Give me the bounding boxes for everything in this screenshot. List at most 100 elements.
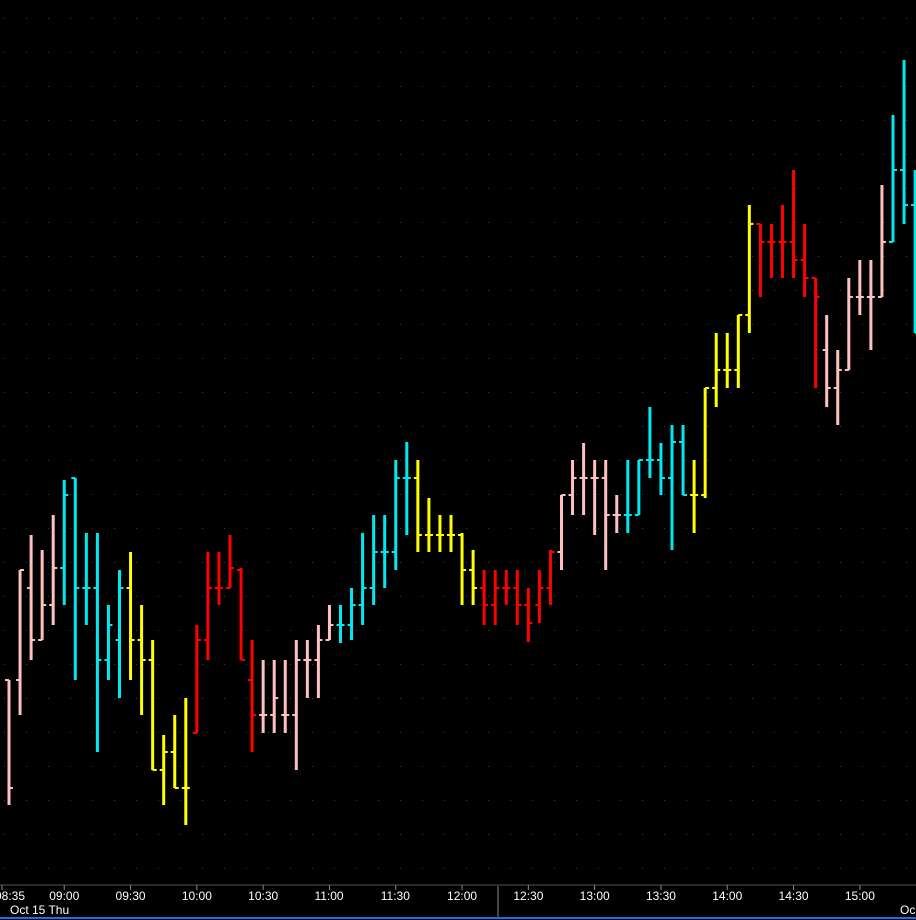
grid-dot [510,324,511,325]
grid-dot [730,732,731,733]
grid-dot [686,426,687,427]
grid-dot [312,868,313,869]
ohlc-bar [424,498,433,552]
grid-dot [246,664,247,665]
grid-dot [136,562,137,563]
grid-dot [268,392,269,393]
grid-dot [422,18,423,19]
grid-dot [312,528,313,529]
grid-dot [664,800,665,801]
grid-dot [466,766,467,767]
grid-dot [180,120,181,121]
grid-dot [378,324,379,325]
grid-dot [840,426,841,427]
grid-dot [246,800,247,801]
grid-dot [290,800,291,801]
grid-dot [752,18,753,19]
grid-dot [378,426,379,427]
grid-dot [862,562,863,563]
grid-dot [686,324,687,325]
grid-dot [554,494,555,495]
ohlc-bar [49,515,58,625]
grid-dot [422,562,423,563]
ohlc-bar [877,185,886,298]
grid-dot [554,596,555,597]
grid-dot [224,324,225,325]
ohlc-bars [5,60,916,825]
grid-dot [818,426,819,427]
grid-dot [642,358,643,359]
grid-dot [708,868,709,869]
grid-dot [444,698,445,699]
grid-dot [708,426,709,427]
grid-dot [818,630,819,631]
grid-dot [906,86,907,87]
grid-dot [642,426,643,427]
grid-dot [884,120,885,121]
grid-dot [576,562,577,563]
grid-dot [466,86,467,87]
grid-dot [906,732,907,733]
grid-dot [334,52,335,53]
grid-dot [48,358,49,359]
grid-dot [422,120,423,121]
grid-dot [202,698,203,699]
grid-dot [884,460,885,461]
grid-dot [224,290,225,291]
grid-dot [840,290,841,291]
grid-dot [686,154,687,155]
grid-dot [180,562,181,563]
grid-dot [114,120,115,121]
grid-dot [532,154,533,155]
grid-dot [400,460,401,461]
grid-dot [444,392,445,393]
grid-dot [554,256,555,257]
ohlc-bar [656,443,665,495]
grid-dot [48,698,49,699]
grid-dot [510,562,511,563]
grid-dot [906,630,907,631]
grid-dot [598,52,599,53]
grid-dot [796,528,797,529]
grid-dot [378,86,379,87]
grid-dot [664,154,665,155]
grid-dot [180,188,181,189]
grid-dot [730,800,731,801]
grid-dot [334,664,335,665]
grid-dot [114,188,115,189]
grid-dot [356,868,357,869]
grid-dot [664,358,665,359]
grid-dot [268,120,269,121]
grid-dot [664,188,665,189]
grid-dot [774,426,775,427]
grid-dot [400,120,401,121]
grid-dot [136,290,137,291]
grid-dot [488,630,489,631]
grid-dot [356,358,357,359]
grid-dot [752,426,753,427]
grid-dot [752,800,753,801]
grid-dot [708,800,709,801]
grid-dot [840,562,841,563]
grid-dot [92,256,93,257]
price-chart[interactable]: 08:35 09:00 09:30 10:00 10:30 11:00 11:30 12:00… [0,0,916,919]
grid-dot [466,154,467,155]
grid-dot [818,120,819,121]
grid-dot [4,528,5,529]
grid-dot [510,426,511,427]
grid-dot [774,834,775,835]
grid-dot [752,766,753,767]
grid-dot [774,52,775,53]
ohlc-bar [115,570,124,698]
grid-dot [158,596,159,597]
grid-dot [532,528,533,529]
grid-dot [202,256,203,257]
grid-dot [466,324,467,325]
grid-dot [246,52,247,53]
grid-dot [136,52,137,53]
grid-dot [884,290,885,291]
grid-dot [48,664,49,665]
grid-dot [774,256,775,257]
grid-dot [862,664,863,665]
grid-dot [422,290,423,291]
